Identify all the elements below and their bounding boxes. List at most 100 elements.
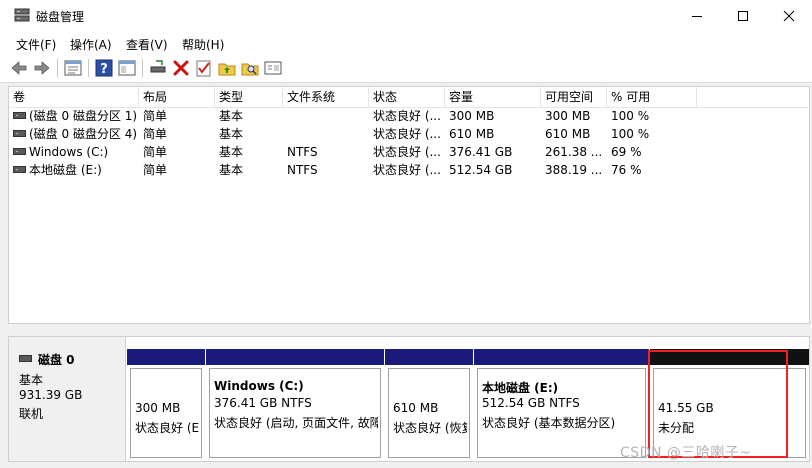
layout-cell: 简单 bbox=[143, 145, 168, 159]
volume-name: (磁盘 0 磁盘分区 4) bbox=[29, 127, 138, 141]
percent-free-cell: 69 % bbox=[611, 145, 642, 159]
capacity-cell: 610 MB bbox=[449, 127, 495, 141]
partition-bar bbox=[127, 349, 205, 365]
partition-size: 610 MB bbox=[393, 401, 439, 415]
properties-list-icon[interactable] bbox=[63, 58, 83, 78]
status-cell: 状态良好 (... bbox=[373, 127, 441, 141]
type-cell: 基本 bbox=[219, 163, 244, 177]
watermark: CSDN @三哈喇子~ bbox=[620, 445, 752, 461]
toolbar: ? bbox=[0, 54, 812, 83]
filesystem-cell: NTFS bbox=[287, 163, 318, 177]
volume-name: (磁盘 0 磁盘分区 1) bbox=[29, 109, 138, 123]
type-cell: 基本 bbox=[219, 109, 244, 123]
close-button[interactable] bbox=[766, 0, 812, 32]
table-row[interactable]: 本地磁盘 (E:) 简单 基本 NTFS 状态良好 (... 512.54 GB… bbox=[9, 161, 809, 179]
partition-bar bbox=[206, 349, 384, 365]
partition-size: 376.41 GB NTFS bbox=[214, 396, 312, 410]
column-header-status[interactable]: 状态 bbox=[369, 87, 445, 107]
menu-action[interactable]: 操作(A) bbox=[70, 36, 112, 53]
status-cell: 状态良好 (... bbox=[373, 145, 441, 159]
partition-size: 512.54 GB NTFS bbox=[482, 396, 580, 410]
disk-name: 磁盘 0 bbox=[38, 353, 75, 367]
volume-name: Windows (C:) bbox=[29, 145, 109, 159]
partition-status: 状态良好 (恢复 bbox=[393, 421, 467, 435]
volume-icon bbox=[13, 148, 26, 155]
column-header-capacity[interactable]: 容量 bbox=[445, 87, 541, 107]
capacity-cell: 300 MB bbox=[449, 109, 495, 123]
connect-icon[interactable] bbox=[148, 58, 168, 78]
disk-type: 基本 bbox=[19, 373, 44, 387]
volume-icon bbox=[13, 130, 26, 137]
forward-arrow-icon[interactable] bbox=[32, 58, 52, 78]
volume-icon bbox=[13, 112, 26, 119]
menu-help[interactable]: 帮助(H) bbox=[182, 36, 224, 53]
back-arrow-icon[interactable] bbox=[9, 58, 29, 78]
column-header-volume[interactable]: 卷 bbox=[9, 87, 139, 107]
partition-status: 状态良好 (E bbox=[135, 421, 199, 435]
window-title: 磁盘管理 bbox=[36, 10, 85, 24]
free-space-cell: 300 MB bbox=[545, 109, 591, 123]
menu-view[interactable]: 查看(V) bbox=[126, 36, 168, 53]
minimize-button[interactable] bbox=[674, 0, 720, 32]
delete-icon[interactable] bbox=[171, 58, 191, 78]
partition-status: 状态良好 (启动, 页面文件, 故障 bbox=[214, 416, 378, 430]
partition-bar bbox=[385, 349, 473, 365]
title-bar: 磁盘管理 bbox=[0, 0, 812, 32]
table-row[interactable]: (磁盘 0 磁盘分区 4) 简单 基本 状态良好 (... 610 MB 610… bbox=[9, 125, 809, 143]
settings-window-icon[interactable] bbox=[263, 58, 283, 78]
toolbar-separator bbox=[57, 59, 58, 77]
volume-name: 本地磁盘 (E:) bbox=[29, 163, 102, 177]
column-header-percent-free[interactable]: % 可用 bbox=[607, 87, 697, 107]
menu-bar: 文件(F) 操作(A) 查看(V) 帮助(H) bbox=[0, 32, 812, 54]
capacity-cell: 512.54 GB bbox=[449, 163, 513, 177]
partition-status: 状态良好 (基本数据分区) bbox=[482, 416, 616, 430]
volume-list[interactable]: 卷 布局 类型 文件系统 状态 容量 可用空间 % 可用 (磁盘 0 磁盘分区 … bbox=[8, 86, 810, 324]
column-header-filesystem[interactable]: 文件系统 bbox=[283, 87, 369, 107]
maximize-button[interactable] bbox=[720, 0, 766, 32]
capacity-cell: 376.41 GB bbox=[449, 145, 513, 159]
filesystem-cell: NTFS bbox=[287, 145, 318, 159]
column-header-type[interactable]: 类型 bbox=[215, 87, 283, 107]
layout-cell: 简单 bbox=[143, 163, 168, 177]
minimize-icon bbox=[692, 16, 702, 17]
free-space-cell: 261.38 ... bbox=[545, 145, 603, 159]
close-icon bbox=[783, 10, 795, 22]
filesystem-cell bbox=[283, 107, 369, 125]
percent-free-cell: 100 % bbox=[611, 127, 650, 141]
partition-bar bbox=[474, 349, 649, 365]
partition-block[interactable]: Windows (C:) 376.41 GB NTFS 状态良好 (启动, 页面… bbox=[206, 349, 384, 461]
maximize-icon bbox=[738, 11, 748, 21]
volume-icon bbox=[13, 166, 26, 173]
disk-status: 联机 bbox=[19, 407, 44, 421]
volume-list-header: 卷 布局 类型 文件系统 状态 容量 可用空间 % 可用 bbox=[9, 87, 809, 108]
disk-icon bbox=[19, 355, 32, 362]
disk-size: 931.39 GB bbox=[19, 388, 83, 402]
disk-info-panel[interactable]: 磁盘 0 基本 931.39 GB 联机 bbox=[9, 337, 126, 461]
partition-size: 300 MB bbox=[135, 401, 181, 415]
layout-cell: 简单 bbox=[143, 109, 168, 123]
filesystem-cell bbox=[283, 125, 369, 143]
view-panel-icon[interactable] bbox=[117, 58, 137, 78]
type-cell: 基本 bbox=[219, 145, 244, 159]
column-header-free-space[interactable]: 可用空间 bbox=[541, 87, 607, 107]
search-folder-icon[interactable] bbox=[240, 58, 260, 78]
column-header-layout[interactable]: 布局 bbox=[139, 87, 215, 107]
table-row[interactable]: (磁盘 0 磁盘分区 1) 简单 基本 状态良好 (... 300 MB 300… bbox=[9, 107, 809, 125]
toolbar-separator bbox=[142, 59, 143, 77]
percent-free-cell: 76 % bbox=[611, 163, 642, 177]
partition-title: 本地磁盘 (E:) bbox=[482, 381, 559, 395]
folder-up-icon[interactable] bbox=[217, 58, 237, 78]
help-icon[interactable]: ? bbox=[94, 58, 114, 78]
partition-block[interactable]: 300 MB 状态良好 (E bbox=[127, 349, 205, 461]
pane-splitter[interactable] bbox=[8, 324, 810, 336]
percent-free-cell: 100 % bbox=[611, 109, 650, 123]
table-row[interactable]: Windows (C:) 简单 基本 NTFS 状态良好 (... 376.41… bbox=[9, 143, 809, 161]
free-space-cell: 610 MB bbox=[545, 127, 591, 141]
partition-block[interactable]: 610 MB 状态良好 (恢复 bbox=[385, 349, 473, 461]
menu-file[interactable]: 文件(F) bbox=[16, 36, 56, 53]
status-cell: 状态良好 (... bbox=[373, 109, 441, 123]
disk-management-app-icon bbox=[14, 8, 30, 22]
partition-title: Windows (C:) bbox=[214, 379, 304, 393]
check-icon[interactable] bbox=[194, 58, 214, 78]
status-cell: 状态良好 (... bbox=[373, 163, 441, 177]
